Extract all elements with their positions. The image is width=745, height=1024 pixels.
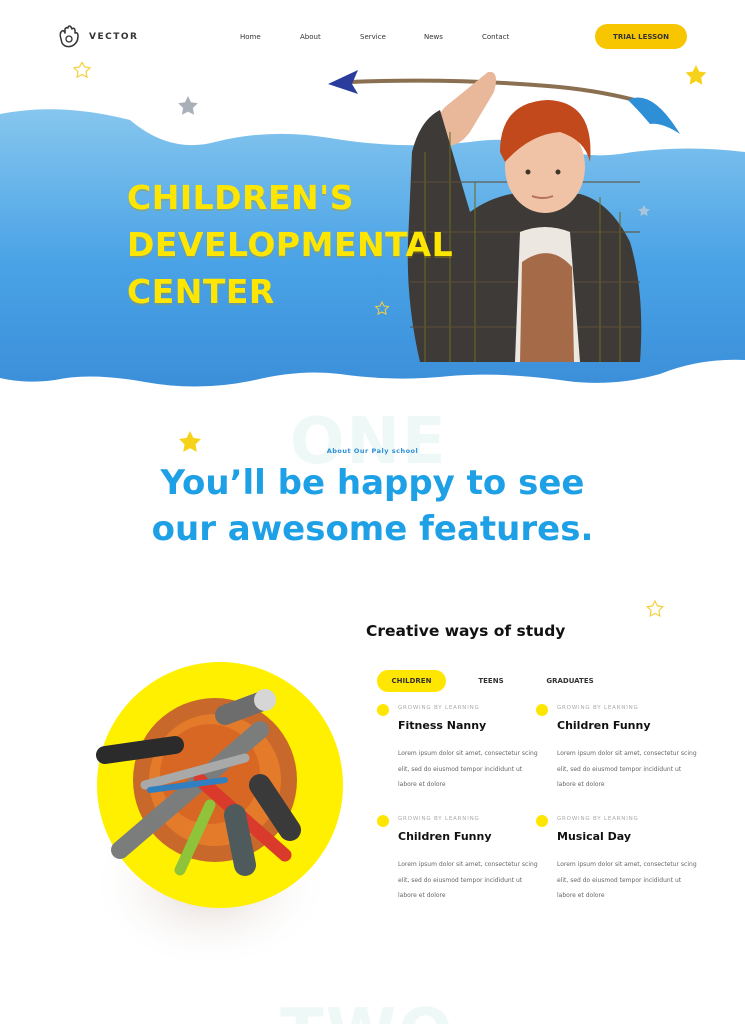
feature-title[interactable]: Musical Day (557, 830, 631, 843)
star-icon (72, 62, 92, 79)
study-heading: Creative ways of study (366, 622, 566, 640)
feature-text: Lorem ipsum dolor sit amet, consectetur … (398, 861, 538, 899)
feature-kicker: GROWING BY LEARNING (557, 816, 639, 822)
bullet-dot (377, 815, 389, 827)
feature-title[interactable]: Fitness Nanny (398, 719, 486, 732)
features-heading-line: You’ll be happy to see (160, 463, 585, 503)
nav-link-home[interactable]: Home (240, 33, 261, 41)
bullet-dot (536, 815, 548, 827)
star-icon (646, 600, 664, 617)
nav-link-contact[interactable]: Contact (482, 33, 509, 41)
star-icon (178, 96, 198, 115)
feature-text: Lorem ipsum dolor sit amet, consectetur … (398, 750, 538, 788)
feature-title[interactable]: Children Funny (398, 830, 492, 843)
hero-title-line: CHILDREN'S (127, 178, 354, 217)
feature-text: Lorem ipsum dolor sit amet, consectetur … (557, 750, 697, 788)
nav-link-news[interactable]: News (424, 33, 443, 41)
nav-link-service[interactable]: Service (360, 33, 386, 41)
pencil-cup-illustration (90, 662, 343, 970)
tab-children[interactable]: CHILDREN (377, 670, 446, 692)
features-heading-line: our awesome features. (151, 509, 594, 549)
tab-graduates[interactable]: GRADUATES (537, 670, 603, 692)
features-heading: You’ll be happy to see our awesome featu… (0, 460, 745, 552)
feature-text: Lorem ipsum dolor sit amet, consectetur … (557, 861, 697, 899)
tab-teens[interactable]: TEENS (465, 670, 517, 692)
feature-title[interactable]: Children Funny (557, 719, 651, 732)
trial-lesson-button[interactable]: TRIAL LESSON (595, 24, 687, 49)
hero-title-line: CENTER (127, 272, 275, 311)
feature-kicker: GROWING BY LEARNING (557, 705, 639, 711)
hero-title-line: DEVELOPMENTAL (127, 225, 454, 264)
star-icon (685, 65, 707, 85)
background-watermark-word: TWO (280, 996, 455, 1024)
nav-link-about[interactable]: About (300, 33, 321, 41)
bullet-dot (377, 704, 389, 716)
hero-title: CHILDREN'S DEVELOPMENTAL CENTER (127, 174, 453, 315)
bullet-dot (536, 704, 548, 716)
feature-kicker: GROWING BY LEARNING (398, 705, 480, 711)
hero-section: CHILDREN'S DEVELOPMENTAL CENTER (0, 62, 745, 412)
top-navigation: VECTOR Home About Service News Contact T… (0, 0, 745, 62)
section-label: About Our Paly school (326, 447, 419, 455)
feature-kicker: GROWING BY LEARNING (398, 816, 480, 822)
